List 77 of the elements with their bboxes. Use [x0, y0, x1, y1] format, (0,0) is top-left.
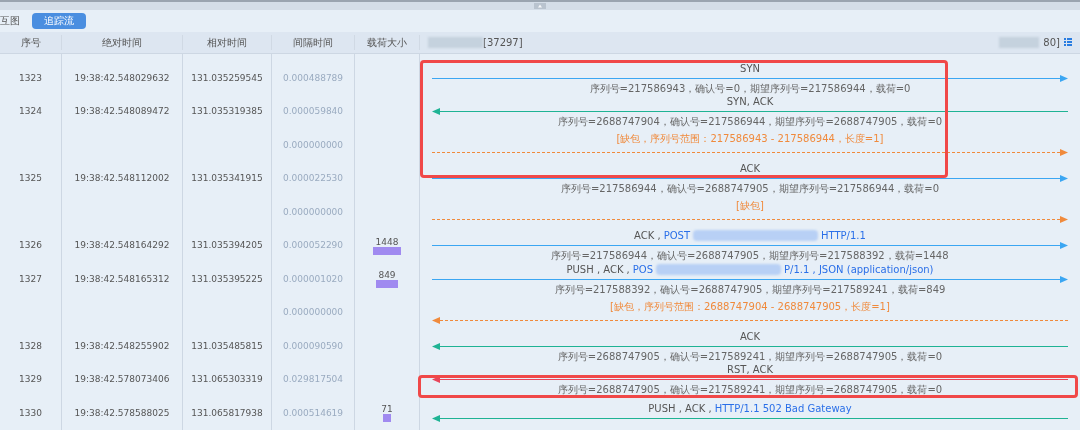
table-cell: 1323	[19, 71, 42, 85]
payload-size: 849	[378, 270, 396, 281]
table-cell-text: 19:38:42.548112002	[74, 172, 170, 185]
table-cell-text: 19:38:42.548089472	[74, 105, 170, 118]
trace-stream-button[interactable]: 追踪流	[32, 12, 86, 29]
redaction-blur	[428, 36, 483, 48]
protocol-link[interactable]: P/1.1 , JSON (application/json)	[784, 263, 934, 275]
table-cell: 0.000001020	[282, 272, 344, 286]
table-cell-text: 131.035319385	[191, 105, 263, 118]
missing-packet-label: [缺包，序列号范围：2688747904 - 2688747905，长度=1]	[610, 300, 890, 312]
table-cell-text: 131.035341915	[191, 172, 263, 185]
packet-detail: 序列号=2688747905，确认号=217589241，期望序列号=2688747905，载荷=0	[557, 384, 943, 396]
missing-packet-label: [缺包，序列号范围：217586943 - 217586944，长度=1]	[616, 133, 884, 145]
protocol-link[interactable]: POS	[632, 263, 654, 275]
table-cell: 131.035485815	[191, 339, 263, 353]
table-cell: 0.000488789	[282, 71, 344, 85]
table-cell: 19:38:42.548029632	[74, 71, 170, 85]
collapse-handle-icon[interactable]	[534, 3, 546, 10]
table-cell: 131.035395225	[191, 272, 263, 286]
table-cell: 19:38:42.578588025	[74, 406, 170, 420]
table-cell-text: 1325	[19, 172, 42, 185]
protocol-link[interactable]: POST	[663, 230, 690, 242]
table-cell-text: 0.000022530	[282, 172, 344, 185]
table-cell: 131.065817938	[191, 406, 263, 420]
table-cell: 1327	[19, 272, 42, 286]
column-header: 序号	[20, 35, 41, 50]
table-cell-text: 131.035394205	[191, 239, 263, 252]
packet-flags: PUSH , ACK ,	[566, 263, 630, 275]
table-cell-text: 19:38:42.548164292	[74, 239, 170, 252]
endpoint-label: 80]	[1043, 35, 1060, 50]
packet-flags: ACK ,	[634, 230, 661, 242]
table-cell: 0.000000000	[282, 205, 344, 219]
payload-bar	[376, 280, 398, 289]
packet-detail: 序列号=217586943，确认号=0，期望序列号=217586944，载荷=0	[589, 82, 911, 94]
endpoint-label: [37297]	[483, 35, 523, 50]
packet-flags: SYN	[740, 62, 760, 74]
payload-bar	[373, 246, 401, 255]
table-cell: 1328	[19, 339, 42, 353]
table-cell-text: 0.029817504	[282, 373, 344, 386]
packet-flags: RST, ACK	[727, 364, 773, 376]
packet-flags: ACK	[739, 163, 761, 175]
protocol-link[interactable]: HTTP/1.1	[821, 230, 866, 242]
missing-packet-label: [缺包]	[736, 200, 764, 212]
packet-detail: 序列号=2688747904，确认号=217586944，期望序列号=2688747905，载荷=0	[557, 116, 943, 128]
payload-size: 1448	[375, 236, 399, 247]
table-cell: 1330	[19, 406, 42, 420]
packet-detail: 序列号=217586944，确认号=2688747905，期望序列号=217586944，载荷=0	[561, 183, 939, 195]
payload-size: 71	[381, 404, 393, 415]
list-icon[interactable]	[1064, 38, 1072, 46]
packet-flags: ACK	[739, 330, 761, 342]
packet-flags: SYN, ACK	[726, 96, 774, 108]
redaction-blur	[999, 36, 1040, 48]
packet-detail: 序列号=217588392，确认号=2688747905，期望序列号=217589241，载荷=849	[554, 283, 946, 295]
table-cell-text: 0.000059840	[282, 105, 344, 118]
table-cell: 0.000090590	[282, 339, 344, 353]
packet-detail: 序列号=2688747905，确认号=217589241，期望序列号=2688747905，载荷=0	[557, 350, 943, 362]
payload-bar	[383, 414, 391, 423]
view-tab[interactable]: 互图	[0, 13, 20, 29]
table-cell: 19:38:42.548255902	[74, 339, 170, 353]
table-cell: 19:38:42.548165312	[74, 272, 170, 286]
table-cell-text: 1324	[19, 105, 42, 118]
column-header: 载荷大小	[367, 35, 407, 50]
table-cell-text: 131.065303319	[191, 373, 263, 386]
table-cell-text: 19:38:42.578073406	[74, 373, 170, 386]
table-cell: 131.035259545	[191, 71, 263, 85]
table-cell-text: 1326	[19, 239, 42, 252]
column-header: 绝对时间	[102, 35, 142, 50]
table-cell-text: 1329	[19, 373, 42, 386]
table-cell-text: 0.000052290	[282, 239, 344, 252]
table-cell: 0.000000000	[282, 138, 344, 152]
packet-flags: PUSH , ACK ,	[648, 403, 712, 415]
column-header: 相对时间	[207, 35, 247, 50]
packet-detail: 序列号=217586944，确认号=2688747905，期望序列号=217588392，载荷=1448	[551, 250, 949, 262]
table-cell-text: 0.000000000	[282, 306, 344, 319]
table-cell: 0.000514619	[282, 406, 344, 420]
protocol-link[interactable]: HTTP/1.1 502 Bad Gateway	[714, 403, 852, 415]
column-header: 间隔时间	[293, 35, 333, 50]
